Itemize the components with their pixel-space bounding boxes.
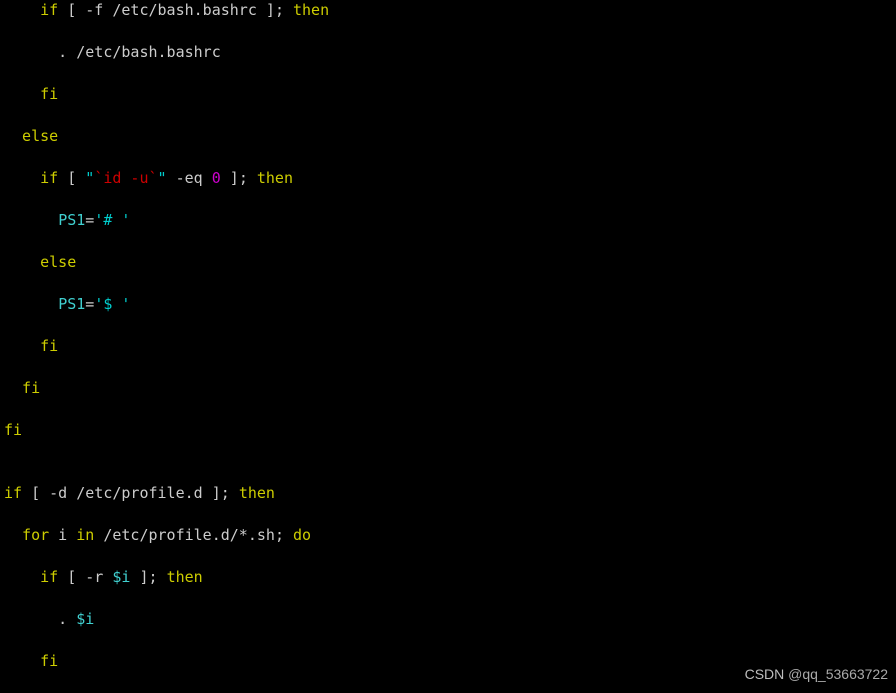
code-line: . $i [4, 609, 892, 630]
code-line: fi [4, 420, 892, 441]
watermark-handle: @qq_53663722 [788, 666, 888, 682]
code-line: PS1='# ' [4, 210, 892, 231]
code-line: fi [4, 84, 892, 105]
code-line: if [ -d /etc/profile.d ]; then [4, 483, 892, 504]
code-line: . /etc/bash.bashrc [4, 42, 892, 63]
code-line: else [4, 252, 892, 273]
code-line: fi [4, 336, 892, 357]
code-line: if [ -r $i ]; then [4, 567, 892, 588]
watermark: CSDN @qq_53663722 [745, 664, 888, 685]
watermark-site: CSDN [745, 666, 785, 682]
terminal-output: if [ -f /etc/bash.bashrc ]; then . /etc/… [0, 0, 896, 693]
code-line: PS1='$ ' [4, 294, 892, 315]
code-line: for i in /etc/profile.d/*.sh; do [4, 525, 892, 546]
code-line: fi [4, 378, 892, 399]
code-line: else [4, 126, 892, 147]
code-line: if [ "`id -u`" -eq 0 ]; then [4, 168, 892, 189]
code-line: if [ -f /etc/bash.bashrc ]; then [4, 0, 892, 21]
